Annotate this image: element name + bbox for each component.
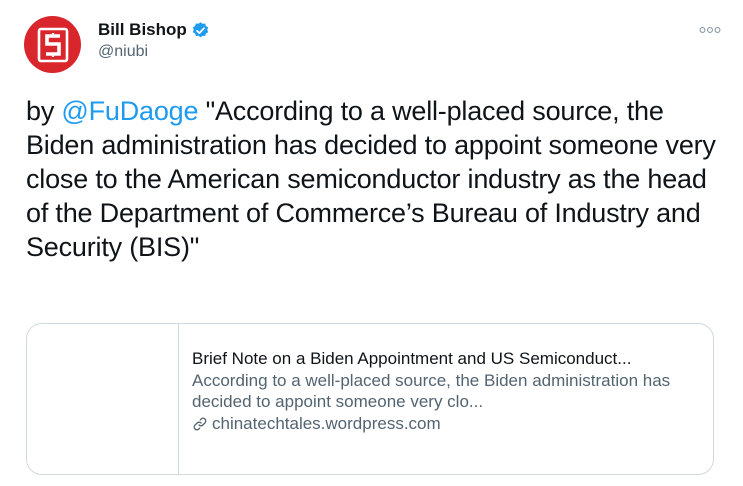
- card-domain: chinatechtales.wordpress.com: [212, 414, 441, 433]
- tweet-text: by @FuDaoge "According to a well-placed …: [26, 94, 726, 264]
- display-name[interactable]: Bill Bishop: [98, 20, 187, 40]
- name-row: Bill Bishop: [98, 20, 210, 40]
- verified-badge-icon: [191, 21, 210, 40]
- tweet-prefix: by: [26, 96, 62, 126]
- avatar[interactable]: [24, 16, 81, 73]
- card-title: Brief Note on a Biden Appointment and US…: [192, 349, 632, 368]
- mention-link[interactable]: @FuDaoge: [61, 96, 198, 126]
- card-domain-row: chinatechtales.wordpress.com: [192, 413, 697, 435]
- tweet: Bill Bishop @niubi by @FuDaoge "Accordin…: [0, 0, 743, 486]
- user-handle[interactable]: @niubi: [98, 42, 210, 62]
- card-body: Brief Note on a Biden Appointment and US…: [192, 348, 697, 435]
- card-thumbnail: [27, 324, 179, 474]
- link-icon: [192, 416, 208, 432]
- more-options-icon: [699, 27, 721, 33]
- author-block: Bill Bishop @niubi: [98, 20, 210, 62]
- card-description: According to a well-placed source, the B…: [192, 371, 671, 411]
- red-s-logo-icon: [37, 27, 68, 62]
- link-preview-card[interactable]: Brief Note on a Biden Appointment and US…: [26, 323, 714, 475]
- more-options-button[interactable]: [697, 22, 723, 38]
